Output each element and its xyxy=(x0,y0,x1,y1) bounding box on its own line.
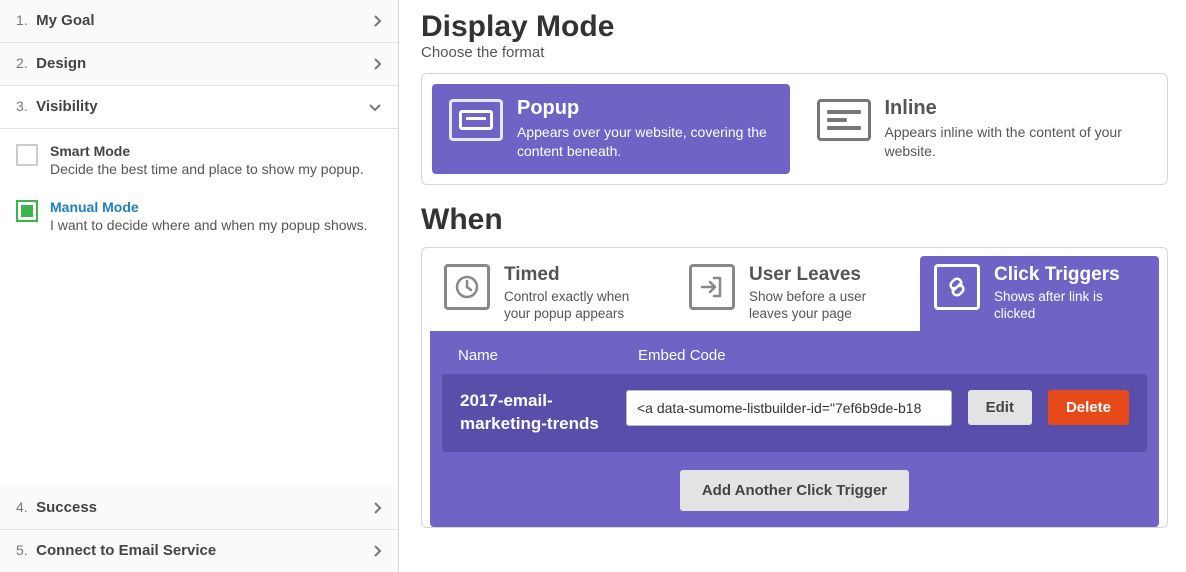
tab-user-leaves[interactable]: User Leaves Show before a user leaves yo… xyxy=(675,256,914,331)
col-embed: Embed Code xyxy=(638,347,726,364)
card-desc: Appears inline with the content of your … xyxy=(885,123,1141,161)
when-heading: When xyxy=(421,203,1168,237)
delete-button[interactable]: Delete xyxy=(1048,390,1129,425)
step-success[interactable]: 4. Success xyxy=(0,487,398,530)
step-design[interactable]: 2. Design xyxy=(0,43,398,86)
embed-code-field xyxy=(626,390,952,426)
col-name: Name xyxy=(458,347,638,364)
chevron-right-icon xyxy=(372,14,382,28)
chevron-right-icon xyxy=(372,544,382,558)
exit-icon xyxy=(689,264,735,310)
manual-mode-option[interactable]: Manual Mode I want to decide where and w… xyxy=(16,199,382,233)
mode-title: Smart Mode xyxy=(50,143,364,159)
popup-icon xyxy=(449,99,503,141)
card-desc: Appears over your website, covering the … xyxy=(517,123,773,161)
click-triggers-header: Name Embed Code xyxy=(430,347,1159,374)
step-my-goal[interactable]: 1. My Goal xyxy=(0,0,398,43)
tab-desc: Control exactly when your popup appears xyxy=(504,288,655,323)
link-icon xyxy=(934,264,980,310)
tab-timed[interactable]: Timed Control exactly when your popup ap… xyxy=(430,256,669,331)
display-mode-heading: Display Mode xyxy=(421,10,1168,44)
step-num: 1. xyxy=(16,12,28,28)
display-option-inline[interactable]: Inline Appears inline with the content o… xyxy=(800,84,1158,174)
step-label: Design xyxy=(36,55,86,72)
checkbox-unchecked-icon[interactable] xyxy=(16,144,38,166)
embed-code-input[interactable] xyxy=(626,390,952,426)
mode-desc: Decide the best time and place to show m… xyxy=(50,161,364,177)
step-num: 5. xyxy=(16,542,28,558)
main-content: Display Mode Choose the format Popup App… xyxy=(399,0,1186,572)
tab-desc: Show before a user leaves your page xyxy=(749,288,900,323)
tab-desc: Shows after link is clicked xyxy=(994,288,1145,323)
step-label: My Goal xyxy=(36,12,94,29)
add-trigger-button[interactable]: Add Another Click Trigger xyxy=(680,470,909,511)
step-label: Success xyxy=(36,499,97,516)
step-label: Visibility xyxy=(36,98,97,115)
smart-mode-option[interactable]: Smart Mode Decide the best time and plac… xyxy=(16,143,382,177)
tab-title: Click Triggers xyxy=(994,264,1145,286)
display-option-popup[interactable]: Popup Appears over your website, coverin… xyxy=(432,84,790,174)
tab-title: Timed xyxy=(504,264,655,286)
click-triggers-body: Name Embed Code 2017-email-marketing-tre… xyxy=(430,331,1159,527)
card-title: Inline xyxy=(885,97,1141,119)
step-connect-email[interactable]: 5. Connect to Email Service xyxy=(0,530,398,572)
inline-icon xyxy=(817,99,871,141)
when-tabs: Timed Control exactly when your popup ap… xyxy=(430,256,1159,331)
card-title: Popup xyxy=(517,97,773,119)
chevron-right-icon xyxy=(372,57,382,71)
chevron-right-icon xyxy=(372,501,382,515)
checkbox-checked-icon[interactable] xyxy=(16,200,38,222)
clock-icon xyxy=(444,264,490,310)
step-label: Connect to Email Service xyxy=(36,542,216,559)
step-num: 3. xyxy=(16,98,28,114)
step-num: 2. xyxy=(16,55,28,71)
mode-title: Manual Mode xyxy=(50,199,368,215)
display-mode-options: Popup Appears over your website, coverin… xyxy=(421,73,1168,185)
step-num: 4. xyxy=(16,499,28,515)
sidebar: 1. My Goal 2. Design 3. Visibility Smart… xyxy=(0,0,399,572)
step-visibility[interactable]: 3. Visibility xyxy=(0,86,398,129)
chevron-down-icon xyxy=(368,102,382,112)
mode-desc: I want to decide where and when my popup… xyxy=(50,217,368,233)
tab-title: User Leaves xyxy=(749,264,900,286)
display-mode-subheading: Choose the format xyxy=(421,44,1168,61)
trigger-row: 2017-email-marketing-trends Edit Delete xyxy=(442,374,1147,452)
trigger-name: 2017-email-marketing-trends xyxy=(460,390,610,436)
when-panel: Timed Control exactly when your popup ap… xyxy=(421,247,1168,528)
tab-click-triggers[interactable]: Click Triggers Shows after link is click… xyxy=(920,256,1159,331)
edit-button[interactable]: Edit xyxy=(968,390,1032,425)
visibility-modes: Smart Mode Decide the best time and plac… xyxy=(0,129,398,487)
